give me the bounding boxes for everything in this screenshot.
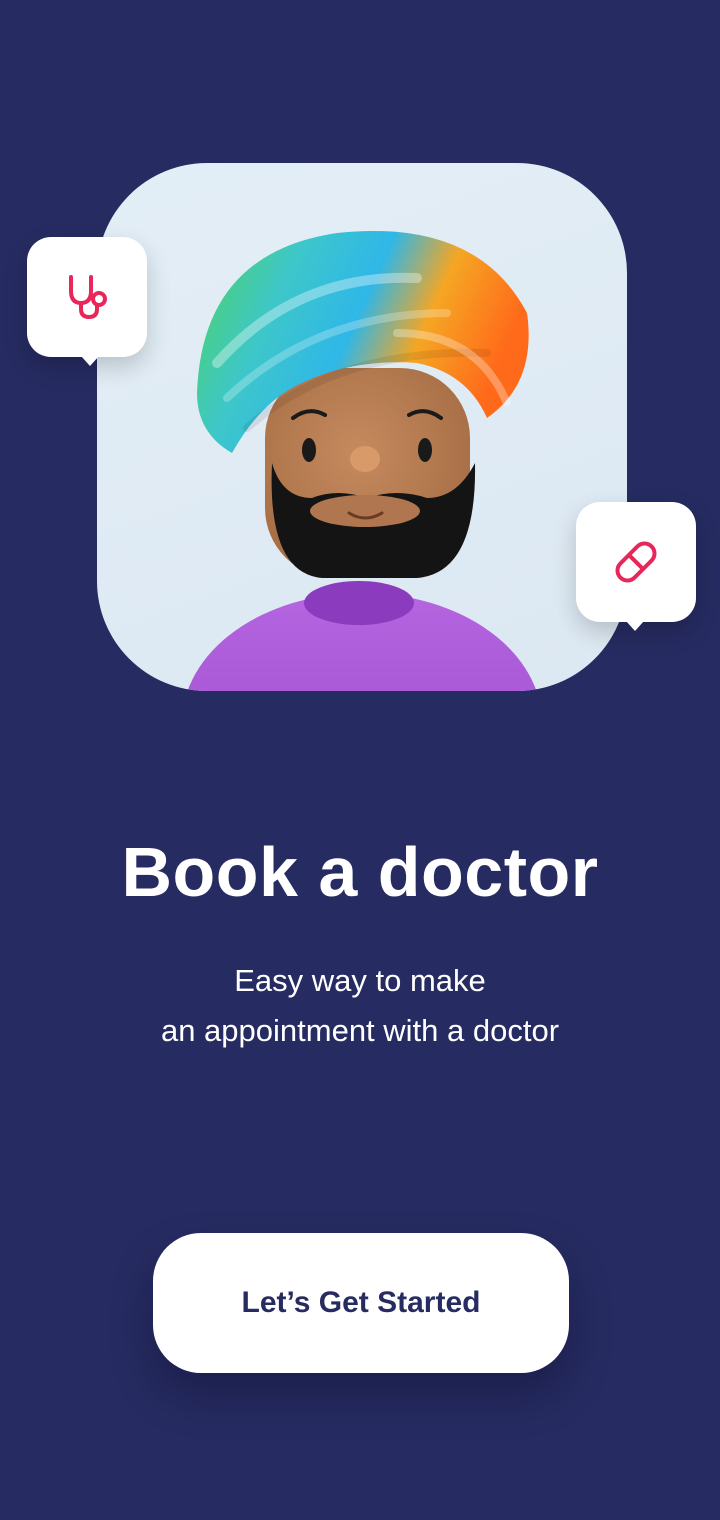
page-subtitle: Easy way to make an appointment with a d… [0, 956, 720, 1056]
subtitle-line-2: an appointment with a doctor [160, 1013, 560, 1048]
pill-badge [576, 502, 696, 631]
onboarding-screen: Book a doctor Easy way to make an appoin… [0, 0, 720, 1520]
subtitle-line-1: Easy way to make [234, 963, 486, 998]
stethoscope-badge [27, 237, 147, 366]
hero-illustration-card [97, 163, 627, 691]
pill-icon [615, 541, 657, 583]
page-title: Book a doctor [121, 833, 599, 911]
doctor-avatar-illustration [187, 230, 537, 691]
get-started-button[interactable]: Let’s Get Started [153, 1233, 569, 1373]
stethoscope-icon [69, 275, 107, 320]
